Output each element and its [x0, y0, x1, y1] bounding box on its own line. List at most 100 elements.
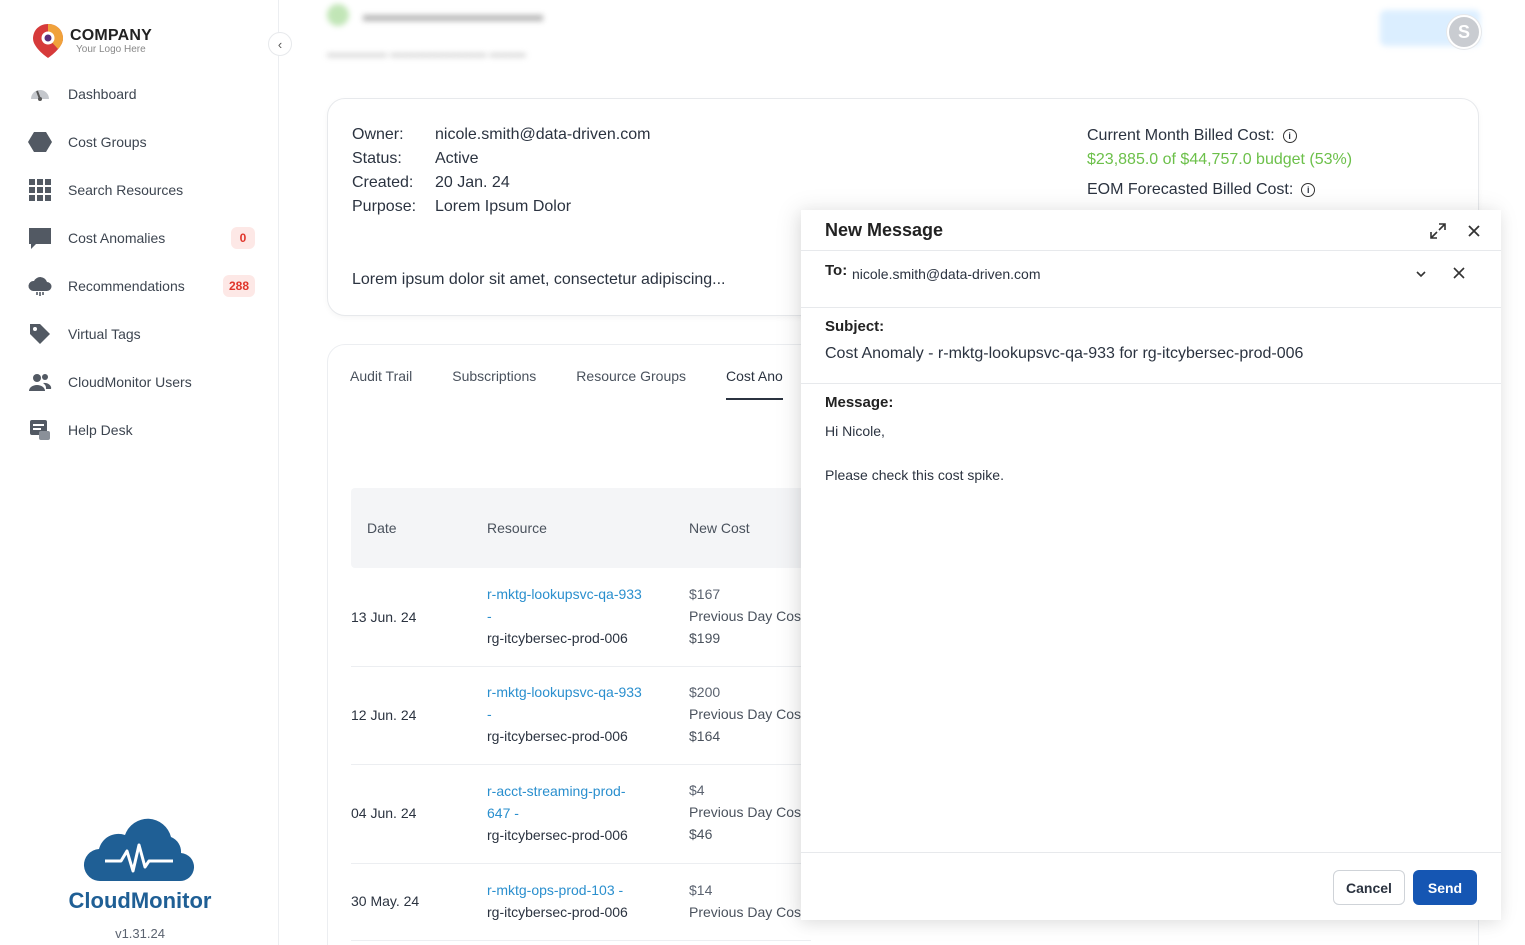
- page-header-blurred: ▬▬▬▬▬▬▬▬▬ ▬▬▬▬▬ ▬▬▬▬▬▬▬▬ ▬▬▬: [325, 0, 1495, 75]
- new-message-dialog: New Message To: nicole.smith@data-driven…: [801, 210, 1501, 920]
- resource-group: rg-itcybersec-prod-006: [487, 728, 628, 744]
- previous-cost-label: Previous Day Cos: [689, 804, 802, 820]
- chevron-down-icon[interactable]: [1413, 266, 1429, 282]
- resource-link[interactable]: r-acct-streaming-prod-: [487, 780, 628, 802]
- previous-cost-label: Previous Day Cos: [689, 706, 802, 722]
- current-cost-label-text: Current Month Billed Cost:: [1087, 127, 1275, 144]
- row-date: 12 Jun. 24: [351, 707, 417, 723]
- status-key: Status:: [352, 150, 402, 167]
- resource-link[interactable]: r-mktg-lookupsvc-qa-933: [487, 681, 642, 703]
- user-avatar[interactable]: S: [1447, 15, 1481, 49]
- send-button[interactable]: Send: [1413, 870, 1477, 905]
- owner-key: Owner:: [352, 126, 404, 143]
- table-row: 13 Jun. 24 r-mktg-lookupsvc-qa-933 - rg-…: [351, 578, 811, 667]
- status-row: Status: Active: [352, 150, 479, 168]
- breadcrumb-placeholder: ▬▬▬▬▬ ▬▬▬▬▬▬▬▬ ▬▬▬: [327, 46, 526, 60]
- new-cost: $200: [689, 684, 721, 700]
- expand-icon[interactable]: [1429, 222, 1447, 240]
- subject-label: Subject:: [825, 318, 885, 335]
- recommendations-count-badge: 288: [222, 275, 255, 297]
- created-value: 20 Jan. 24: [435, 174, 510, 191]
- message-label: Message:: [825, 394, 894, 411]
- column-header-resource[interactable]: Resource: [487, 520, 547, 536]
- anomalies-count-badge: 0: [231, 227, 255, 249]
- chat-bubble-icon: [28, 226, 52, 250]
- location-pin-logo-icon: [33, 24, 63, 58]
- previous-cost: $199: [689, 630, 721, 646]
- row-resource: r-acct-streaming-prod- 647 - rg-itcybers…: [487, 780, 628, 846]
- dialog-title: New Message: [825, 220, 944, 240]
- resource-link-cont[interactable]: -: [487, 605, 642, 627]
- cancel-button[interactable]: Cancel: [1333, 870, 1405, 905]
- previous-cost-label: Previous Day Cos: [689, 608, 802, 624]
- owner-row: Owner: nicole.smith@data-driven.com: [352, 126, 650, 144]
- sidebar-item-label: Virtual Tags: [68, 326, 141, 342]
- tab-subscriptions[interactable]: Subscriptions: [452, 368, 536, 400]
- sidebar-item-cost-anomalies[interactable]: Cost Anomalies 0: [0, 214, 279, 262]
- sidebar-item-label: Search Resources: [68, 182, 184, 198]
- sidebar-item-cloudmonitor-users[interactable]: CloudMonitor Users: [0, 358, 279, 406]
- created-row: Created: 20 Jan. 24: [352, 174, 510, 192]
- resource-link[interactable]: r-mktg-ops-prod-103 -: [487, 879, 628, 901]
- previous-cost-label: Previous Day Cos: [689, 904, 802, 920]
- resource-group: rg-itcybersec-prod-006: [487, 630, 628, 646]
- grid-icon: [28, 178, 52, 202]
- sidebar-item-label: Cost Groups: [68, 134, 147, 150]
- sidebar-item-recommendations[interactable]: Recommendations 288: [0, 262, 279, 310]
- clear-recipient-icon[interactable]: [1451, 265, 1467, 281]
- previous-cost: $46: [689, 826, 713, 842]
- tab-bar: Audit Trail Subscriptions Resource Group…: [350, 368, 823, 400]
- eom-cost-label-text: EOM Forecasted Billed Cost:: [1087, 181, 1294, 198]
- message-body-line[interactable]: Hi Nicole,: [825, 423, 885, 439]
- sidebar-item-search-resources[interactable]: Search Resources: [0, 166, 279, 214]
- row-cost: $200 Previous Day Cos $164: [689, 681, 801, 747]
- sidebar-nav: Dashboard Cost Groups Search Resources C…: [0, 70, 279, 454]
- sidebar-item-help-desk[interactable]: Help Desk: [0, 406, 279, 454]
- status-dot: [327, 4, 349, 26]
- sidebar-item-cost-groups[interactable]: Cost Groups: [0, 118, 279, 166]
- purpose-row: Purpose: Lorem Ipsum Dolor: [352, 198, 571, 216]
- chevron-left-icon: ‹: [277, 36, 283, 52]
- created-key: Created:: [352, 174, 414, 191]
- resource-group: rg-itcybersec-prod-006: [487, 904, 628, 920]
- tab-resource-groups[interactable]: Resource Groups: [576, 368, 686, 400]
- row-cost: $167 Previous Day Cos $199: [689, 583, 801, 649]
- row-date: 13 Jun. 24: [351, 609, 417, 625]
- brand-tagline: Your Logo Here: [76, 44, 146, 55]
- resource-link-cont[interactable]: -: [487, 703, 642, 725]
- info-icon[interactable]: i: [1301, 183, 1316, 197]
- row-date: 30 May. 24: [351, 893, 420, 909]
- info-icon[interactable]: i: [1282, 129, 1297, 143]
- tab-audit-trail[interactable]: Audit Trail: [350, 368, 412, 400]
- product-name: CloudMonitor: [68, 888, 212, 913]
- hexagon-icon: [28, 130, 52, 154]
- brand-name: COMPANY: [70, 27, 152, 44]
- to-recipient-field[interactable]: nicole.smith@data-driven.com: [852, 266, 1041, 282]
- users-icon: [28, 370, 52, 394]
- cloudmonitor-logo: CloudMonitor v1.31.24: [60, 815, 220, 941]
- status-value: Active: [435, 150, 479, 167]
- column-header-new-cost[interactable]: New Cost: [689, 520, 750, 536]
- resource-link-cont[interactable]: 647 -: [487, 802, 628, 824]
- collapse-sidebar-button[interactable]: ‹: [268, 32, 292, 56]
- sidebar-item-virtual-tags[interactable]: Virtual Tags: [0, 310, 279, 358]
- column-header-date[interactable]: Date: [367, 520, 397, 536]
- current-cost-label: Current Month Billed Cost: i: [1087, 127, 1352, 145]
- resource-link[interactable]: r-mktg-lookupsvc-qa-933: [487, 583, 642, 605]
- sidebar: COMPANY Your Logo Here Dashboard Cost Gr…: [0, 0, 279, 945]
- message-body-line[interactable]: Please check this cost spike.: [825, 467, 1004, 483]
- cost-summary: Current Month Billed Cost: i $23,885.0 o…: [1087, 127, 1352, 199]
- table-row: 30 May. 24 r-mktg-ops-prod-103 - rg-itcy…: [351, 874, 811, 941]
- close-icon[interactable]: [1465, 222, 1483, 240]
- subject-field[interactable]: Cost Anomaly - r-mktg-lookupsvc-qa-933 f…: [825, 345, 1303, 363]
- tab-cost-anomalies[interactable]: Cost Ano: [726, 368, 783, 400]
- sidebar-item-label: Recommendations: [68, 278, 185, 294]
- app-version: v1.31.24: [115, 926, 165, 941]
- new-cost: $167: [689, 586, 721, 602]
- sidebar-item-label: Help Desk: [68, 422, 133, 438]
- row-cost: $4 Previous Day Cos $46: [689, 779, 801, 845]
- sidebar-item-dashboard[interactable]: Dashboard: [0, 70, 279, 118]
- dashboard-gauge-icon: [28, 82, 52, 106]
- resource-group: rg-itcybersec-prod-006: [487, 827, 628, 843]
- company-logo[interactable]: COMPANY Your Logo Here: [30, 22, 152, 60]
